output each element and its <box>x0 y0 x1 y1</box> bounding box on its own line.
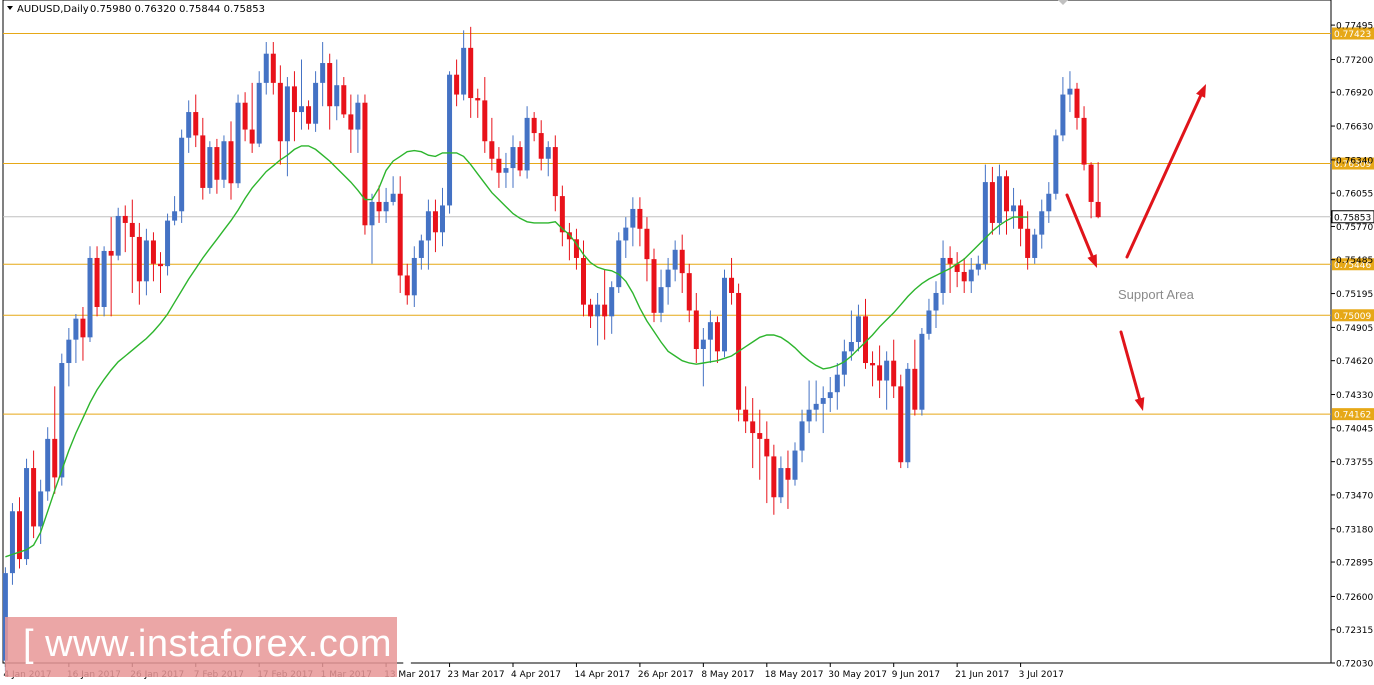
watermark-text: [ www.instaforex.com ] <box>23 623 415 665</box>
y-tick-1: 0.77200 <box>1336 56 1373 66</box>
y-tick-14: 0.73470 <box>1336 491 1373 501</box>
candle-63 <box>447 71 453 214</box>
x-label-7: 23 Mar 2017 <box>448 670 505 680</box>
candle-33 <box>235 94 241 188</box>
y-tick-12: 0.74045 <box>1336 424 1373 434</box>
level-label-4: 0.74162 <box>1334 411 1371 421</box>
current-price-label: 0.75853 <box>1334 213 1371 223</box>
plot-frame <box>2 0 1332 664</box>
candle-92 <box>651 248 657 323</box>
y-tick-11: 0.74330 <box>1336 391 1373 401</box>
y-tick-19: 0.72030 <box>1336 660 1373 670</box>
y-tick-17: 0.72600 <box>1336 593 1373 603</box>
candle-12 <box>87 246 93 343</box>
y-tick-15: 0.73180 <box>1336 525 1373 535</box>
y-tick-7: 0.75485 <box>1336 256 1373 266</box>
y-tick-16: 0.72895 <box>1336 559 1373 569</box>
candle-1 <box>9 503 15 585</box>
symbol-label: AUDUSD,Daily <box>17 4 89 15</box>
watermark: [ www.instaforex.com ] <box>5 617 414 677</box>
y-tick-13: 0.73755 <box>1336 458 1373 468</box>
x-label-10: 26 Apr 2017 <box>638 670 694 680</box>
y-tick-9: 0.74905 <box>1336 324 1373 334</box>
x-label-13: 30 May 2017 <box>828 670 887 680</box>
ohlc-values: 0.75980 0.76320 0.75844 0.75853 <box>90 4 265 15</box>
y-tick-8: 0.75195 <box>1336 290 1373 300</box>
y-tick-10: 0.74620 <box>1336 357 1373 367</box>
x-label-11: 8 May 2017 <box>701 670 754 680</box>
y-tick-6: 0.75770 <box>1336 223 1373 233</box>
candle-87 <box>616 232 622 293</box>
candle-127 <box>898 374 904 469</box>
x-label-8: 4 Apr 2017 <box>511 670 561 680</box>
y-tick-4: 0.76340 <box>1336 156 1373 166</box>
x-label-12: 18 May 2017 <box>765 670 824 680</box>
candle-14 <box>101 246 107 317</box>
y-tick-18: 0.72315 <box>1336 626 1373 636</box>
price-chart[interactable]: 0.774230.763090.754460.750090.741620.758… <box>0 0 1374 685</box>
support-area-label: Support Area <box>1118 287 1195 302</box>
candle-56 <box>397 176 403 293</box>
candle-29 <box>207 141 213 194</box>
y-tick-5: 0.76055 <box>1336 190 1373 200</box>
candle-128 <box>905 363 911 469</box>
x-label-9: 14 Apr 2017 <box>574 670 630 680</box>
x-label-16: 3 Jul 2017 <box>1019 670 1064 680</box>
candle-149 <box>1053 129 1059 200</box>
x-label-15: 21 Jun 2017 <box>955 670 1009 680</box>
level-label-3: 0.75009 <box>1334 312 1371 322</box>
candle-102 <box>722 269 727 358</box>
x-label-14: 9 Jun 2017 <box>892 670 940 680</box>
candle-130 <box>919 327 925 416</box>
price-axis: 0.77495 0.77200 0.76920 0.76630 0.76340 0.760… <box>1331 22 1373 670</box>
y-tick-2: 0.76920 <box>1336 89 1373 99</box>
y-tick-3: 0.76630 <box>1336 123 1373 133</box>
y-tick-0: 0.77495 <box>1336 22 1373 32</box>
candle-51 <box>362 94 368 235</box>
candle-25 <box>179 129 185 223</box>
